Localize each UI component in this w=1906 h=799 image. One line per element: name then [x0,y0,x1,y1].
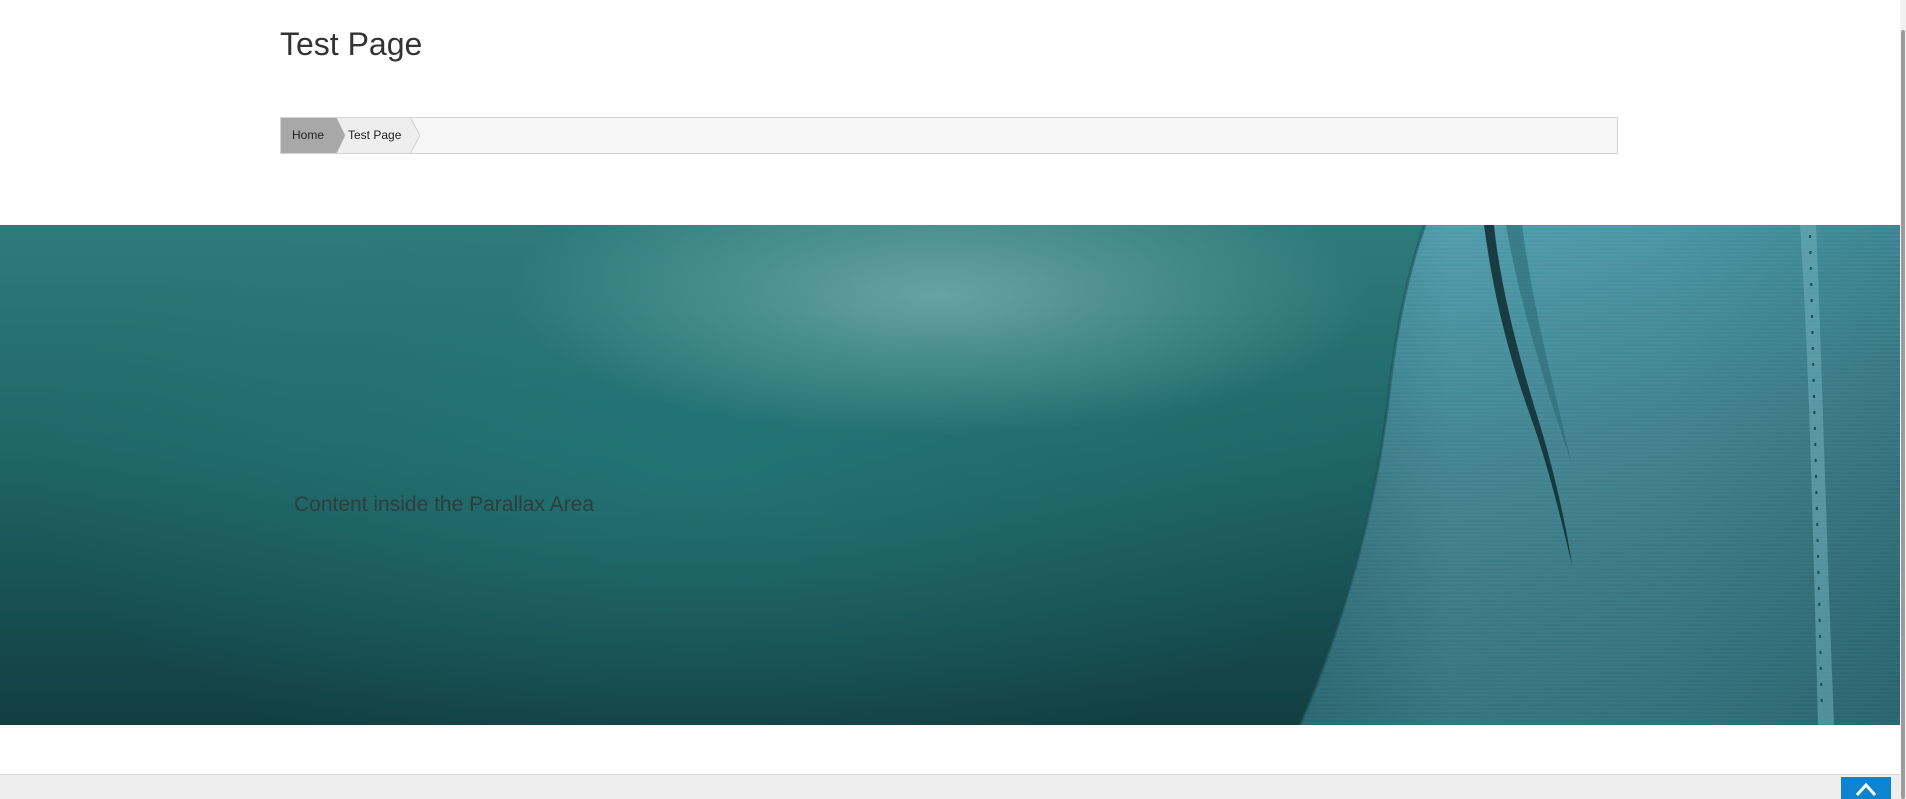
footer-bar [0,774,1900,799]
breadcrumb-item-current: Test Page [348,128,402,142]
parallax-section: Content inside the Parallax Area [0,225,1900,725]
page: Test Page Home Test Page Content inside … [0,0,1906,799]
page-title: Test Page [280,26,423,62]
scrollbar-thumb[interactable] [1901,30,1905,799]
scroll-to-top-button[interactable] [1841,777,1891,799]
breadcrumb: Home Test Page [280,117,1618,154]
parallax-content-text: Content inside the Parallax Area [294,493,595,516]
breadcrumb-item-home[interactable]: Home [292,118,324,153]
chevron-up-icon [1855,782,1877,797]
fabric-background-image [1298,225,1900,725]
vertical-scrollbar[interactable] [1900,0,1906,799]
